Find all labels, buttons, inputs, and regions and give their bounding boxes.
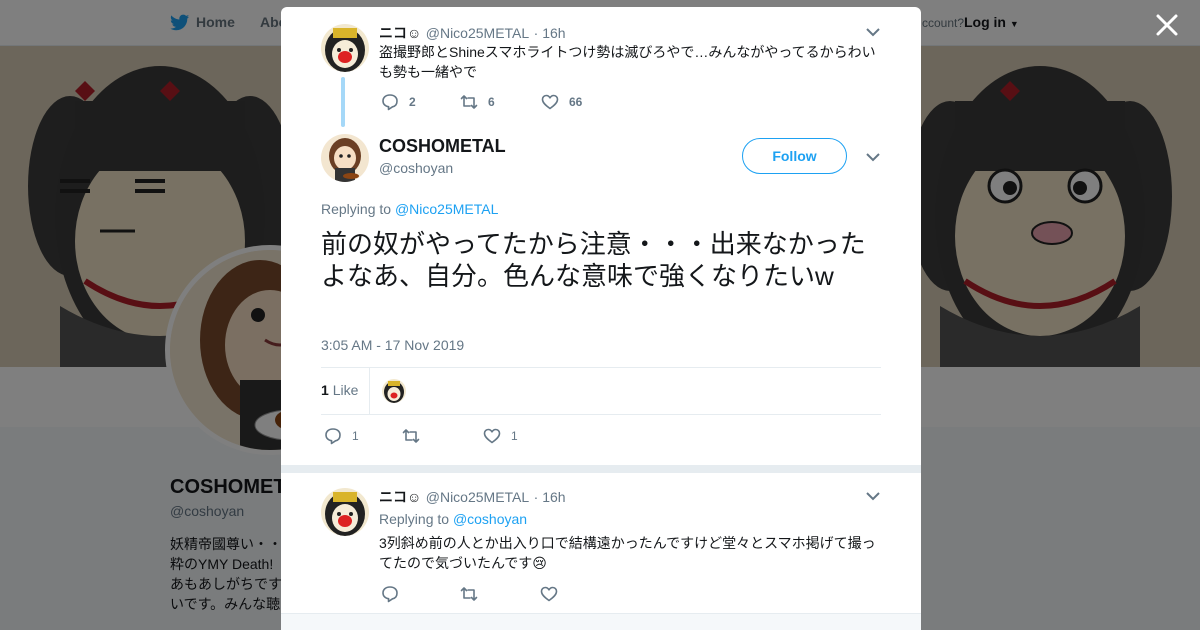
chevron-down-icon[interactable] bbox=[866, 491, 880, 501]
parent-reply-count: 2 bbox=[409, 95, 416, 109]
reply-icon bbox=[382, 94, 398, 111]
close-icon[interactable] bbox=[1154, 12, 1180, 38]
main-like-button[interactable]: 1 bbox=[483, 427, 518, 445]
replying-to-prefix: Replying to bbox=[321, 201, 395, 217]
reply-replying-to: Replying to @coshoyan bbox=[379, 511, 527, 527]
likes-stat-count: 1 bbox=[321, 382, 329, 398]
parent-author-handle[interactable]: @Nico25METAL bbox=[426, 25, 529, 41]
likes-stat[interactable]: 1 Like bbox=[321, 382, 358, 398]
parent-like-button[interactable]: 66 bbox=[541, 93, 582, 111]
reply-author-name[interactable]: ニコ☺ bbox=[379, 489, 421, 505]
reply-tweet-text: 3列斜め前の人とか出入り口で結構遠かったんですけど堂々とスマホ掲げて撮ってたので… bbox=[379, 535, 876, 571]
replying-to-link[interactable]: @Nico25METAL bbox=[395, 201, 498, 217]
replying-to-prefix: Replying to bbox=[379, 511, 453, 527]
parent-tweet-header: ニコ☺ @Nico25METAL · 16h bbox=[379, 23, 566, 43]
thread-connector-line bbox=[341, 77, 345, 127]
reply-author-handle[interactable]: @Nico25METAL bbox=[426, 489, 529, 505]
parent-author-avatar[interactable] bbox=[321, 24, 369, 72]
main-author-handle[interactable]: @coshoyan bbox=[379, 160, 453, 176]
main-author-avatar[interactable] bbox=[321, 134, 369, 182]
parent-author-name[interactable]: ニコ☺ bbox=[379, 25, 421, 41]
parent-retweet-count: 6 bbox=[488, 95, 495, 109]
chevron-down-icon[interactable] bbox=[866, 27, 880, 37]
heart-icon bbox=[483, 428, 501, 444]
main-like-count: 1 bbox=[511, 429, 518, 443]
parent-tweet-time[interactable]: · 16h bbox=[534, 25, 566, 41]
reply-reply-button[interactable] bbox=[381, 585, 409, 603]
section-separator bbox=[281, 465, 921, 473]
reply-retweet-button[interactable] bbox=[460, 585, 488, 603]
divider bbox=[369, 368, 370, 414]
liker-avatar[interactable] bbox=[382, 379, 406, 403]
reply-tweet-time[interactable]: · 16h bbox=[534, 489, 566, 505]
follow-button[interactable]: Follow bbox=[742, 138, 847, 174]
tweet-permalink-modal: ニコ☺ @Nico25METAL · 16h 盗撮野郎とShineスマホライトつ… bbox=[281, 7, 921, 630]
tweet-timestamp[interactable]: 3:05 AM - 17 Nov 2019 bbox=[321, 337, 464, 353]
divider bbox=[321, 414, 881, 415]
retweet-icon bbox=[460, 95, 478, 109]
parent-like-count: 66 bbox=[569, 95, 583, 109]
heart-icon bbox=[541, 94, 559, 110]
parent-tweet-text: 盗撮野郎とShineスマホライトつけ勢は滅びろやで…みんながやってるからわいも勢… bbox=[379, 44, 876, 80]
main-retweet-button[interactable] bbox=[402, 427, 430, 445]
parent-reply-button[interactable]: 2 bbox=[381, 93, 416, 111]
heart-icon bbox=[540, 586, 558, 602]
reply-author-avatar[interactable] bbox=[321, 488, 369, 536]
reply-like-button[interactable] bbox=[540, 585, 568, 603]
reply-icon bbox=[382, 586, 398, 603]
chevron-down-icon[interactable] bbox=[866, 152, 880, 162]
main-reply-count: 1 bbox=[352, 429, 359, 443]
reply-icon bbox=[325, 428, 341, 445]
retweet-icon bbox=[460, 587, 478, 601]
main-reply-button[interactable]: 1 bbox=[324, 427, 359, 445]
parent-retweet-button[interactable]: 6 bbox=[460, 93, 495, 111]
next-reply-strip bbox=[281, 613, 921, 630]
replying-to-link[interactable]: @coshoyan bbox=[453, 511, 527, 527]
retweet-icon bbox=[402, 429, 420, 443]
likes-stat-label: Like bbox=[332, 382, 359, 398]
reply-tweet-header: ニコ☺ @Nico25METAL · 16h bbox=[379, 487, 566, 507]
replying-to: Replying to @Nico25METAL bbox=[321, 201, 498, 217]
main-tweet-text: 前の奴がやってたから注意・・・出来なかったよなあ、自分。色んな意味で強くなりたい… bbox=[321, 229, 866, 291]
main-author-name[interactable]: COSHOMETAL bbox=[379, 136, 506, 157]
divider bbox=[321, 367, 881, 368]
